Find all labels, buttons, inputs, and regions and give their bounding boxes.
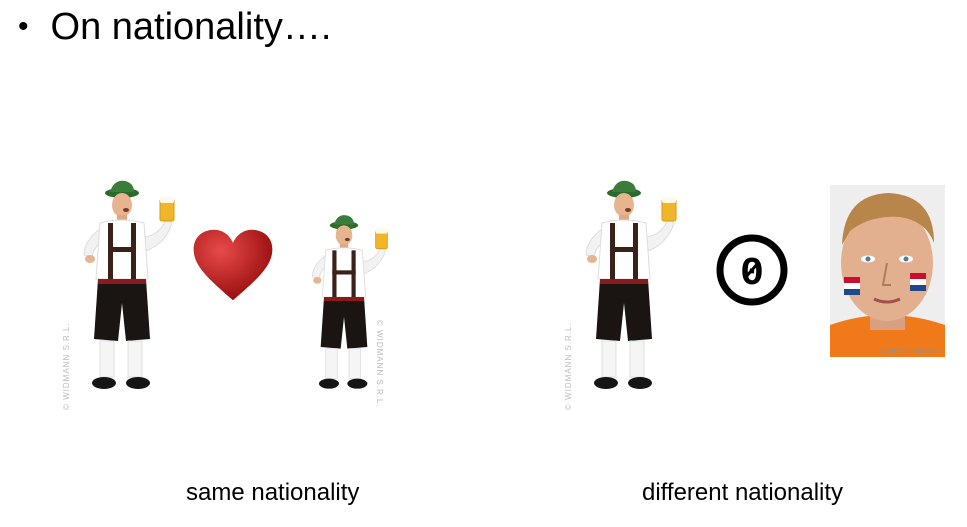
dutch-fan-photo: dreamstime.com <box>830 185 945 357</box>
caption-different-nationality: different nationality <box>642 479 844 506</box>
heart-icon <box>193 229 273 301</box>
watermark-left-1: © WIDMANN S.R.L. <box>62 322 71 410</box>
bavarian-man-left-1 <box>83 180 175 390</box>
slide-title: • On nationality…. <box>18 4 331 50</box>
bavarian-man-right <box>585 180 677 390</box>
bullet-marker: • <box>18 10 29 43</box>
zero-in-circle-icon: 0 <box>716 234 788 306</box>
dutch-fan-illustration <box>830 185 945 357</box>
watermark-left-2: © WIDMANN S.R.L. <box>375 320 384 408</box>
caption-same-nationality: same nationality <box>186 479 360 506</box>
photo-credit: dreamstime.com <box>879 346 939 355</box>
watermark-right: © WIDMANN S.R.L. <box>564 322 573 410</box>
zero-symbol-text: 0 <box>740 252 764 297</box>
title-text: On nationality…. <box>50 6 332 48</box>
